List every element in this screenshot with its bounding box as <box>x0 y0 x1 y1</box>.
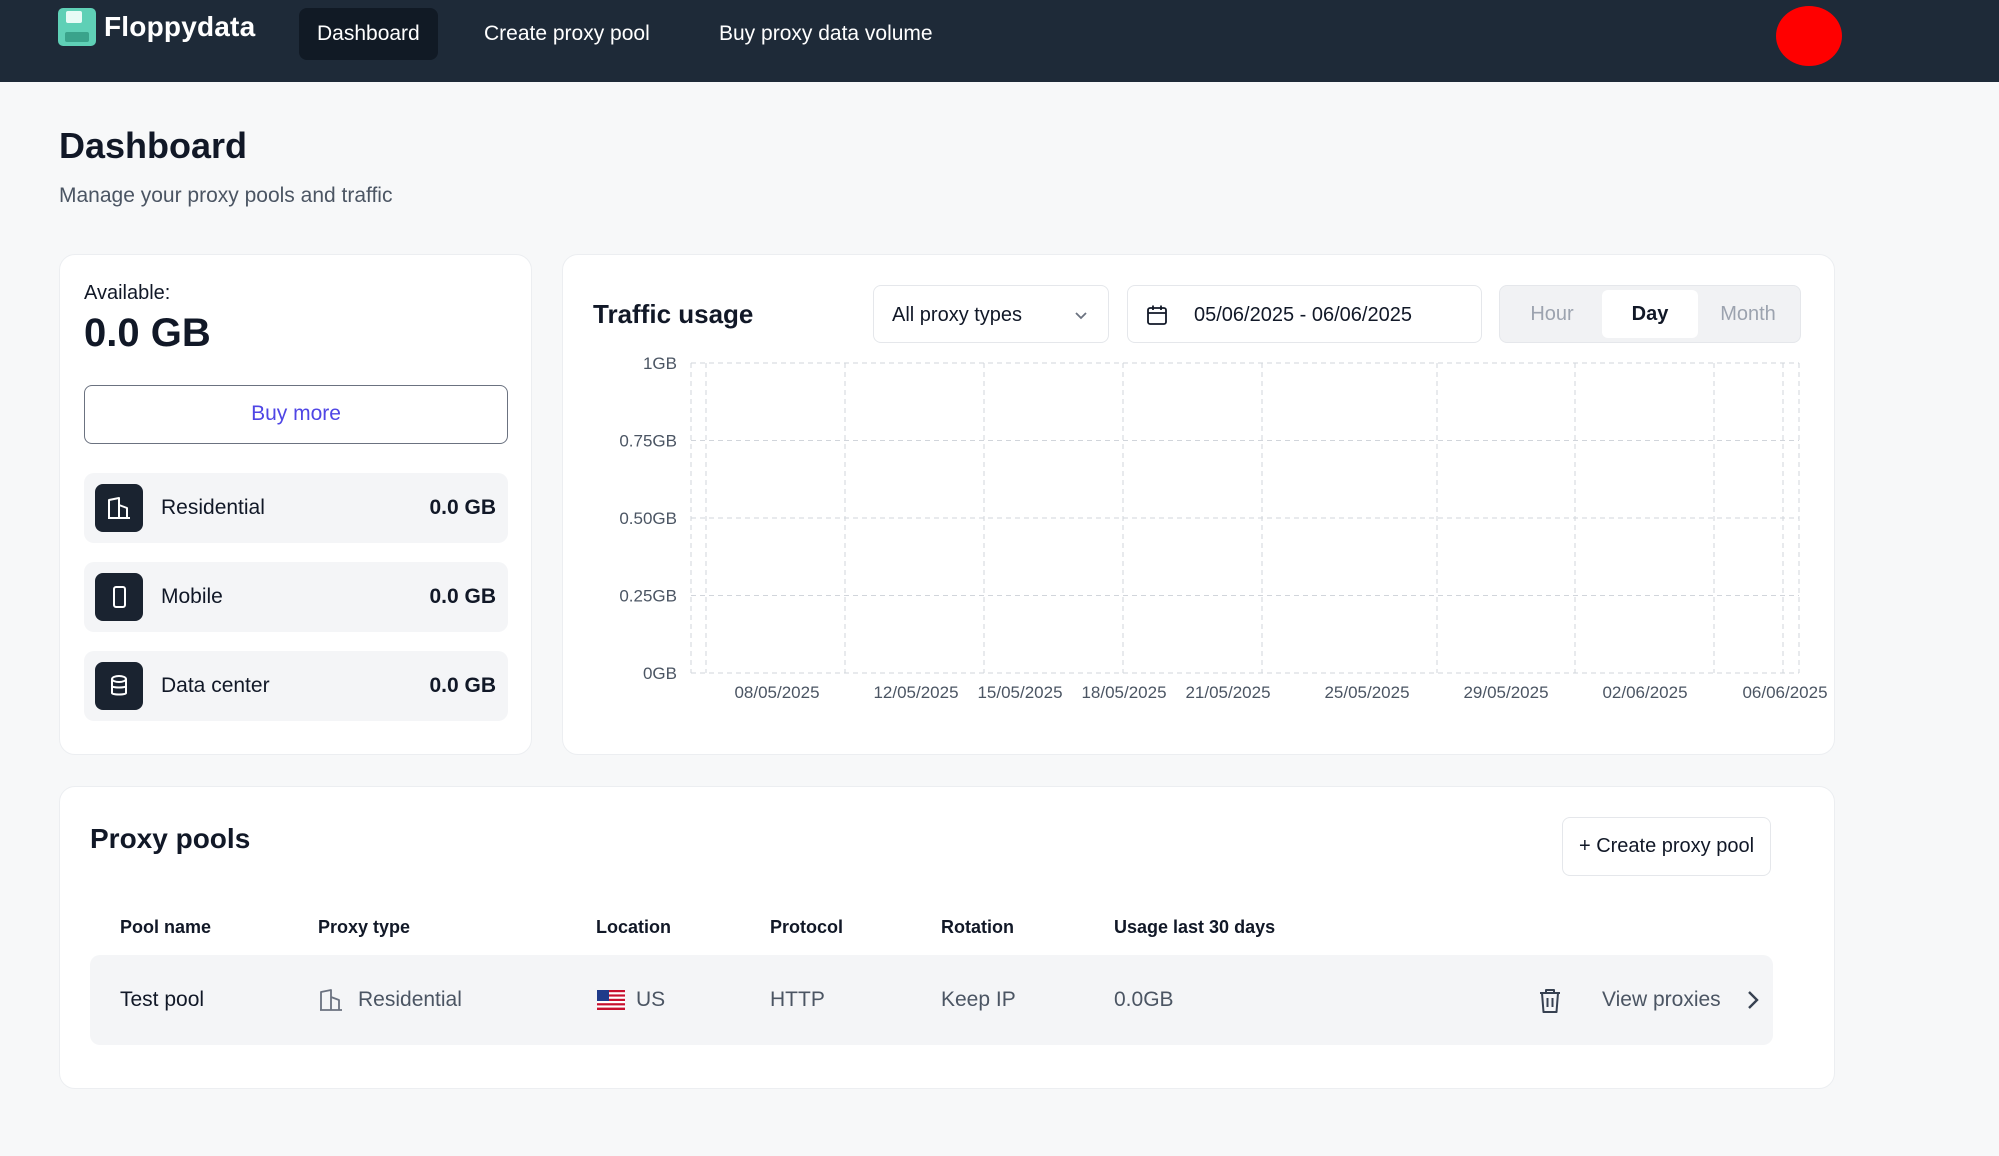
pool-name: Test pool <box>120 988 205 1011</box>
x-tick-label: 15/05/2025 <box>977 683 1062 702</box>
plus-icon: + <box>1578 835 1597 857</box>
buy-more-button[interactable]: Buy more <box>84 385 508 444</box>
trash-icon[interactable] <box>1537 987 1563 1015</box>
y-tick-label: 0GB <box>643 664 677 683</box>
x-tick-label: 02/06/2025 <box>1602 683 1687 702</box>
col-proxy-type: Proxy type <box>318 917 411 937</box>
x-tick-label: 12/05/2025 <box>873 683 958 702</box>
logo[interactable]: Floppydata <box>58 8 255 46</box>
top-nav: Floppydata Dashboard Create proxy pool B… <box>0 0 1999 82</box>
type-value: 0.0 GB <box>429 674 496 697</box>
building-icon <box>320 989 342 1011</box>
pool-protocol: HTTP <box>770 988 825 1011</box>
avatar[interactable] <box>1776 6 1842 66</box>
x-tick-label: 06/06/2025 <box>1742 683 1827 702</box>
page-title: Dashboard <box>59 125 248 166</box>
col-protocol: Protocol <box>770 917 844 937</box>
us-flag-icon <box>597 990 625 1010</box>
pool-usage: 0.0GB <box>1114 988 1174 1011</box>
y-tick-label: 1GB <box>643 354 677 373</box>
nav-create-proxy-pool[interactable]: Create proxy pool <box>466 8 668 60</box>
available-card: Available: 0.0 GB Buy more Residential 0… <box>59 254 532 755</box>
available-value: 0.0 GB <box>84 311 211 355</box>
col-location: Location <box>596 917 671 937</box>
nav-buy-proxy-data-volume[interactable]: Buy proxy data volume <box>701 8 951 60</box>
col-usage: Usage last 30 days <box>1114 917 1276 937</box>
x-tick-label: 21/05/2025 <box>1185 683 1270 702</box>
type-label: Mobile <box>161 585 223 608</box>
x-tick-label: 18/05/2025 <box>1081 683 1166 702</box>
x-tick-label: 08/05/2025 <box>734 683 819 702</box>
proxy-pools-card: Proxy pools + Create proxy pool Pool nam… <box>59 786 1835 1089</box>
type-label: Residential <box>161 496 265 519</box>
y-tick-label: 0.50GB <box>619 509 677 528</box>
table-row[interactable]: Test pool Residential US HTTP Keep IP 0.… <box>90 955 1773 1045</box>
x-tick-label: 25/05/2025 <box>1324 683 1409 702</box>
page-subtitle: Manage your proxy pools and traffic <box>59 184 393 207</box>
pool-proxy-type: Residential <box>358 988 462 1011</box>
app-name: Floppydata <box>104 11 256 42</box>
y-tick-label: 0.25GB <box>619 587 677 606</box>
chevron-right-icon[interactable] <box>1746 990 1760 1010</box>
pool-location: US <box>636 988 666 1011</box>
pool-rotation: Keep IP <box>941 988 1016 1011</box>
col-pool-name: Pool name <box>120 917 212 937</box>
type-value: 0.0 GB <box>429 585 496 608</box>
floppy-disk-icon <box>58 8 96 46</box>
type-row-data-center: Data center 0.0 GB <box>84 651 508 721</box>
proxy-pools-title: Proxy pools <box>90 823 251 854</box>
type-row-mobile: Mobile 0.0 GB <box>84 562 508 632</box>
nav-dashboard[interactable]: Dashboard <box>299 8 438 60</box>
type-row-residential: Residential 0.0 GB <box>84 473 508 543</box>
create-proxy-pool-button[interactable]: + Create proxy pool <box>1562 817 1771 876</box>
type-value: 0.0 GB <box>429 496 496 519</box>
view-proxies-link[interactable]: View proxies <box>1602 955 1721 1045</box>
col-rotation: Rotation <box>941 917 1014 937</box>
y-tick-label: 0.75GB <box>619 432 677 451</box>
database-icon <box>95 662 143 710</box>
create-proxy-pool-label: Create proxy pool <box>1596 835 1755 857</box>
traffic-chart: 0GB 0.25GB 0.50GB 0.75GB 1GB 08/05/2025 12/05/… <box>619 354 1827 702</box>
type-label: Data center <box>161 674 270 697</box>
building-icon <box>95 484 143 532</box>
available-label: Available: <box>84 282 171 304</box>
traffic-card: Traffic usage All proxy types 05/06/2025… <box>562 254 1835 755</box>
mobile-icon <box>95 573 143 621</box>
x-tick-label: 29/05/2025 <box>1463 683 1548 702</box>
